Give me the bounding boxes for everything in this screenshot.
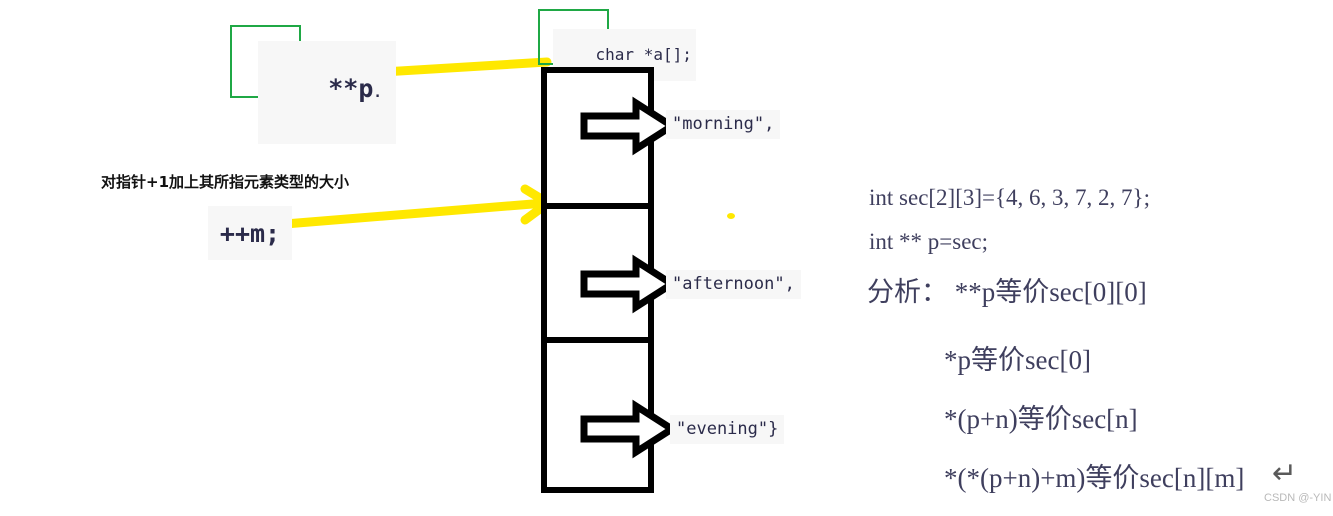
string-literal-chip-0: "morning", <box>666 110 781 139</box>
string-literal-chip-2: "evening"} <box>670 415 785 444</box>
explanation-line-2: 分析： **p等价sec[0][0] <box>867 277 1147 307</box>
explanation-line-1: int ** p=sec; <box>869 229 989 254</box>
declaration-trailing: ; <box>682 45 692 64</box>
block-arrow-2 <box>580 399 679 459</box>
increment-expression-chip: ++m; <box>208 206 292 260</box>
string-literal-chip-1: "afternoon", <box>666 270 801 299</box>
diagram-canvas: **p. 对指针+1加上其所指元素类型的大小 ++m; char *a[]; "… <box>0 0 1333 516</box>
explanation-line-4: *(p+n)等价sec[n] <box>944 404 1138 434</box>
stray-yellow-dot <box>727 213 735 219</box>
declaration-text: char *a[] <box>595 45 683 64</box>
explanation-line-3: *p等价sec[0] <box>944 345 1091 375</box>
yellow-line-increment-to-divider <box>280 198 550 229</box>
pointer-label: **p <box>328 74 374 103</box>
pointer-label-chip: **p. <box>258 41 396 144</box>
explanation-line-5: *(*(p+n)+m)等价sec[n][m] <box>944 463 1245 493</box>
pointer-arithmetic-caption: 对指针+1加上其所指元素类型的大小 <box>101 173 350 191</box>
watermark-text: CSDN @-YIN <box>1264 492 1332 504</box>
block-arrow-0 <box>580 96 679 156</box>
block-arrow-1 <box>580 254 679 314</box>
watermark-cursor-icon: ↵ <box>1272 456 1298 491</box>
pointer-label-trailing: . <box>373 85 382 101</box>
explanation-line-0: int sec[2][3]={4, 6, 3, 7, 2, 7}; <box>869 185 1150 210</box>
